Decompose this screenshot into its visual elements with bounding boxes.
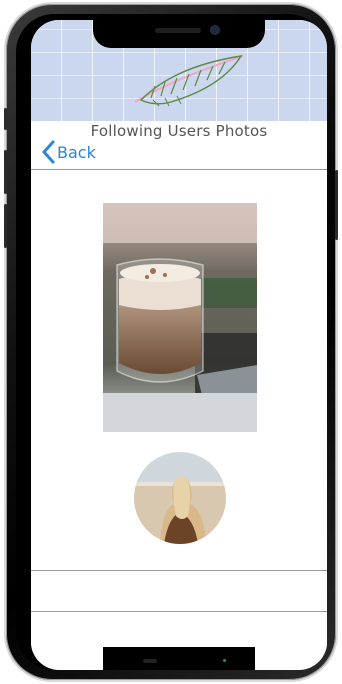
volume-up-button xyxy=(4,150,7,194)
volume-down-button xyxy=(4,204,7,248)
home-indicator-dot xyxy=(223,659,226,662)
list-item[interactable] xyxy=(31,570,327,611)
phone-notch xyxy=(93,20,265,48)
home-indicator-mark xyxy=(143,659,157,663)
feather-icon xyxy=(134,55,244,107)
list-item[interactable] xyxy=(31,611,327,652)
back-button[interactable]: Back xyxy=(41,140,96,164)
user-avatar-photo[interactable] xyxy=(134,452,226,544)
avatar-image xyxy=(134,452,226,544)
home-indicator xyxy=(103,647,255,670)
front-camera xyxy=(211,26,219,34)
app-screen: Following Users Photos Back xyxy=(31,20,327,670)
photo-image xyxy=(103,203,257,432)
page-title: Following Users Photos xyxy=(90,122,268,140)
latte-glass-photo[interactable] xyxy=(103,203,257,432)
chevron-left-icon xyxy=(42,140,55,164)
back-label: Back xyxy=(57,142,96,162)
mute-switch xyxy=(4,108,7,130)
speaker-grille xyxy=(155,28,201,33)
power-button xyxy=(335,170,338,240)
navigation-bar: Following Users Photos Back xyxy=(31,121,327,170)
